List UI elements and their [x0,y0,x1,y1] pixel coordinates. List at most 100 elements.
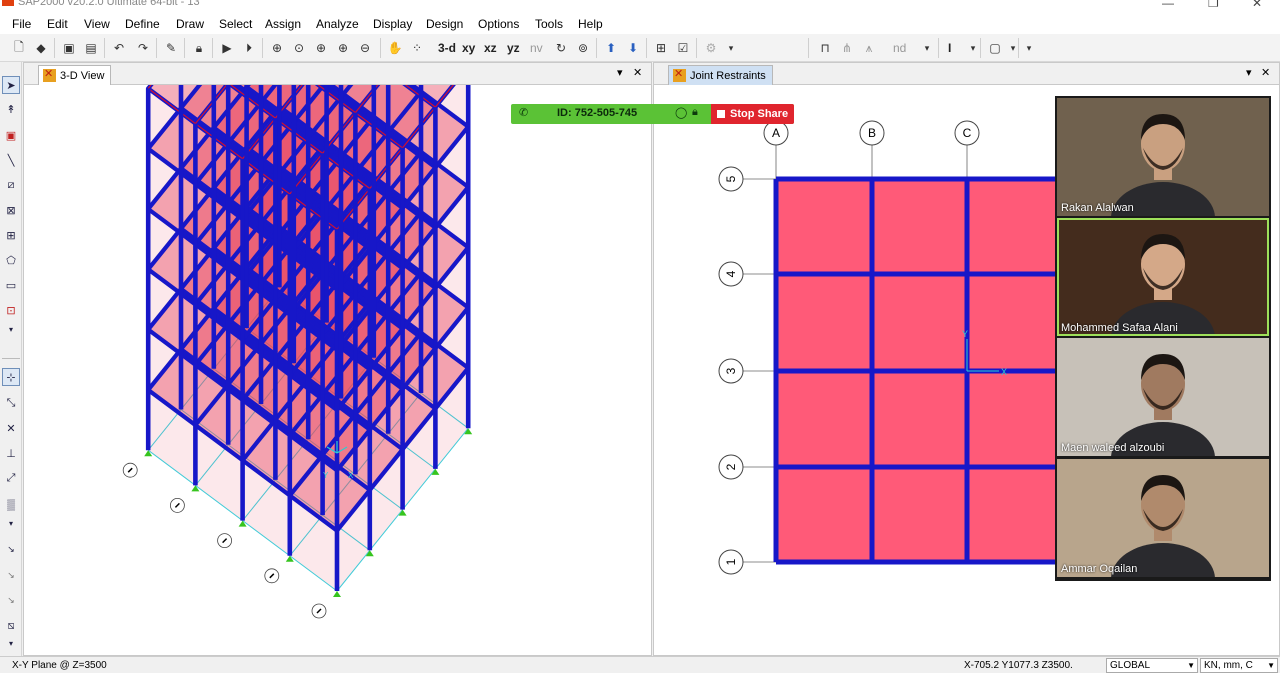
view-nv-button[interactable]: nv [530,39,543,57]
snap-lines-icon[interactable]: ⤢ [2,469,20,487]
model-3d-viewport[interactable]: Y X [24,85,651,655]
menu-select[interactable]: Select [219,17,252,31]
move-up-icon[interactable]: ⬆ [602,39,620,57]
menu-edit[interactable]: Edit [47,17,68,31]
pointer-select-icon[interactable]: ➤ [2,76,20,94]
edit-pencil-icon[interactable]: ✎ [162,39,180,57]
undo-icon[interactable]: ↶ [110,39,128,57]
coord-system-select[interactable]: GLOBAL ▼ [1106,658,1198,673]
menu-analyze[interactable]: Analyze [316,17,359,31]
snap-intersections-icon[interactable]: ✕ [2,419,20,437]
rotate-3d-icon[interactable]: ↻ [552,39,570,57]
svg-text:B: B [868,126,876,140]
participant-video-tile[interactable]: Ammar Oqailan [1057,459,1269,577]
zoom-out-icon[interactable]: ⊖ [356,39,374,57]
view-xz-button[interactable]: xz [484,39,497,57]
move-down-icon[interactable]: ⬇ [624,39,642,57]
run-analysis-icon[interactable]: ▶ [218,39,236,57]
print-icon[interactable]: ▤ [82,39,100,57]
redo-icon[interactable]: ↷ [134,39,152,57]
panel-close-icon[interactable]: ✕ [633,66,642,79]
menu-draw[interactable]: Draw [176,17,204,31]
tab-3d-view[interactable]: 3-D View [38,65,112,85]
draw-frame-line-icon[interactable]: ╲ [2,151,20,169]
draw-brace-icon[interactable]: ⋔ [838,39,856,57]
section-i-button[interactable]: I [948,39,951,57]
panel-close-icon[interactable]: ✕ [1261,66,1270,79]
participant-video-tile[interactable]: Rakan Alalwan [1057,98,1269,216]
draw-rect-area-icon[interactable]: ▭ [2,276,20,294]
menu-options[interactable]: Options [478,17,519,31]
panel-dropdown-icon[interactable]: ▾ [1246,66,1252,79]
menu-display[interactable]: Display [373,17,412,31]
run-step-icon[interactable]: ⏵ [240,39,258,57]
snap-perpendicular-icon[interactable]: ⊥ [2,444,20,462]
pan-hand-icon[interactable]: ✋ [386,39,404,57]
zoom-window-icon[interactable]: ⊕ [268,39,286,57]
close-window-button[interactable]: ✕ [1252,0,1262,10]
draw-brace-x-icon[interactable]: ⊠ [2,201,20,219]
zoom-restore-icon[interactable]: ⊙ [290,39,308,57]
save-icon[interactable]: ▣ [60,39,78,57]
tab-joint-restraints[interactable]: Joint Restraints [668,65,773,85]
stop-share-button[interactable]: Stop Share [711,104,794,124]
display-options-icon[interactable]: ⊞ [652,39,670,57]
check-icon[interactable]: ☑ [674,39,692,57]
select-dropdown-icon[interactable]: ▾ [2,634,20,652]
new-model-icon[interactable]: 🗋 [10,39,28,57]
menu-help[interactable]: Help [578,17,603,31]
draw-area-grid-icon[interactable]: ⊞ [2,226,20,244]
units-select[interactable]: KN, mm, C ▼ [1200,658,1278,673]
window-title: SAP2000 v20.2.0 Ultimate 64-bit - 13 [18,0,200,8]
view-yz-button[interactable]: yz [507,39,520,57]
status-bar: X-Y Plane @ Z=3500 X-705.2 Y1077.3 Z3500… [0,656,1280,673]
zoom-in-step-icon[interactable]: ⊕ [334,39,352,57]
area-section-icon[interactable]: ▢ [986,39,1004,57]
clear-select-icon[interactable]: ↘ [2,591,20,609]
quick-draw-frame-icon[interactable]: ⧄ [2,176,20,194]
participant-video-tile-active[interactable]: Mohammed Safaa Alani [1057,218,1269,336]
more-dropdown-icon[interactable]: ▾ [1020,39,1038,57]
view-xy-button[interactable]: xy [462,39,475,57]
view-3d-button[interactable]: 3-d [438,39,456,57]
snap-ends-icon[interactable]: ⤡ [2,394,20,412]
units-value: KN, mm, C [1204,660,1253,671]
previous-select-icon[interactable]: ↘ [2,566,20,584]
draw-frame-icon[interactable]: ⊓ [816,39,834,57]
menu-view[interactable]: View [84,17,110,31]
refresh-view-icon[interactable]: ⚙ [702,39,720,57]
rotate-view-icon[interactable]: ⁘ [408,39,426,57]
snap-dropdown-icon[interactable]: ▾ [2,514,20,532]
intersecting-line-select-icon[interactable]: ⧅ [2,617,20,635]
snap-grid-icon[interactable]: ▒ [2,496,20,514]
menu-define[interactable]: Define [125,17,160,31]
draw-joint-icon[interactable]: ▣ [2,126,20,144]
stop-share-label: Stop Share [730,108,789,120]
nd-dropdown-icon[interactable]: ▾ [918,39,936,57]
zoom-in-icon[interactable]: ⊕ [312,39,330,57]
padlock-icon: 🔒︎ [692,106,698,118]
panel-dropdown-icon[interactable]: ▾ [617,66,623,79]
view-3d-tabstrip: 3-D View ▾ ✕ [24,63,651,85]
menu-file[interactable]: File [12,17,31,31]
lock-icon[interactable]: 🔒︎ [190,39,208,57]
draw-poly-area-icon[interactable]: ⬠ [2,251,20,269]
menu-tools[interactable]: Tools [535,17,563,31]
refresh-dropdown-icon[interactable]: ▾ [722,39,740,57]
quick-draw-area-icon[interactable]: ⊡ [2,301,20,319]
nd-button[interactable]: nd [893,39,906,57]
open-icon[interactable]: ◆ [32,39,50,57]
minimize-button[interactable]: — [1162,0,1174,10]
draw-truss-icon[interactable]: ⩚ [860,39,878,57]
maximize-button[interactable]: ❐ [1208,0,1219,10]
snap-points-icon[interactable]: ⊹ [2,368,20,386]
menu-assign[interactable]: Assign [265,17,301,31]
perspective-glasses-icon[interactable]: ⊚ [574,39,592,57]
select-all-icon[interactable]: ↘ [2,540,20,558]
grid-bubble-row-3: 3 [718,358,744,384]
draw-tools-dropdown-icon[interactable]: ▾ [2,320,20,338]
menu-design[interactable]: Design [426,17,463,31]
participant-video-tile[interactable]: Maen waleed alzoubi [1057,338,1269,456]
grid-bubble-row-2: 2 [718,454,744,480]
reshape-icon[interactable]: ↟ [2,100,20,118]
